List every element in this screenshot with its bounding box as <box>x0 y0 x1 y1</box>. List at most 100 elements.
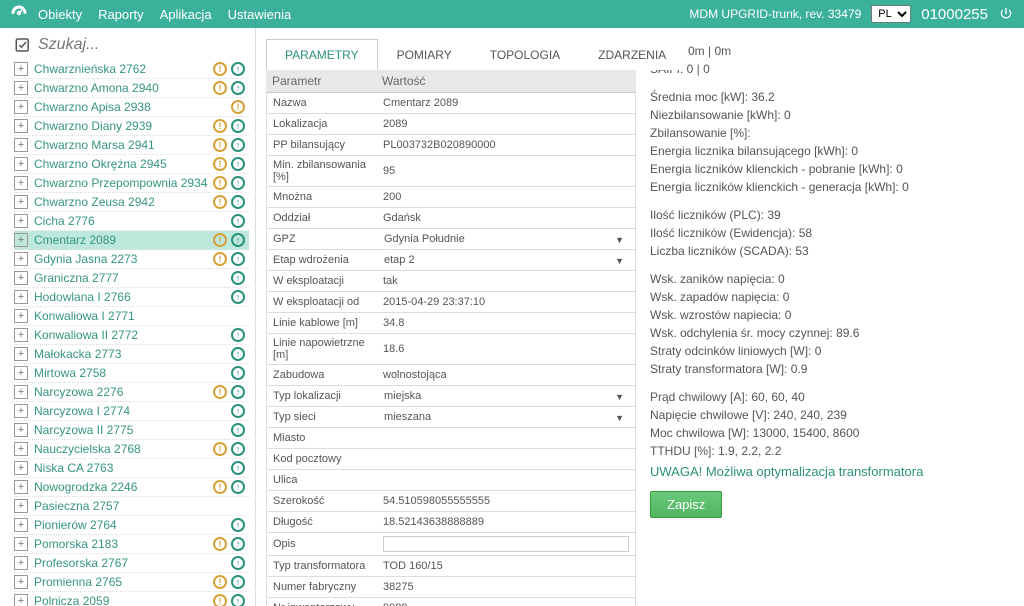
tree-item[interactable]: Profesorska 2767↑ <box>14 554 249 573</box>
save-button[interactable]: Zapisz <box>650 491 722 518</box>
tree-item-label: Polnicza 2059 <box>34 594 213 606</box>
tree-item[interactable]: Hodowlana I 2766↑ <box>14 288 249 307</box>
expand-icon[interactable] <box>14 575 28 589</box>
param-row: GPZGdynia Południe▼ <box>267 229 635 250</box>
expand-icon[interactable] <box>14 176 28 190</box>
tree-item[interactable]: Małokacka 2773↑ <box>14 345 249 364</box>
tree-item[interactable]: Mirtowa 2758↑ <box>14 364 249 383</box>
nav-ustawienia[interactable]: Ustawienia <box>228 7 292 22</box>
up-icon: ↑ <box>231 461 245 475</box>
expand-icon[interactable] <box>14 347 28 361</box>
param-row: Kod pocztowy <box>267 449 635 470</box>
search-input[interactable] <box>38 36 249 54</box>
tree-item[interactable]: Nauczycielska 2768!↑ <box>14 440 249 459</box>
tree-item[interactable]: Chwarzno Diany 2939!↑ <box>14 117 249 136</box>
expand-icon[interactable] <box>14 81 28 95</box>
tree-item[interactable]: Pomorska 2183!↑ <box>14 535 249 554</box>
tree-item[interactable]: Pionierów 2764↑ <box>14 516 249 535</box>
power-icon[interactable] <box>998 6 1014 22</box>
expand-icon[interactable] <box>14 480 28 494</box>
expand-icon[interactable] <box>14 404 28 418</box>
tree-item[interactable]: Polnicza 2059!↑ <box>14 592 249 606</box>
nav-obiekty[interactable]: Obiekty <box>38 7 82 22</box>
param-value[interactable]: miejska▼ <box>377 386 635 406</box>
param-value[interactable] <box>377 533 635 555</box>
tree-item[interactable]: Cicha 2776↑ <box>14 212 249 231</box>
tree-item[interactable]: Gdynia Jasna 2273!↑ <box>14 250 249 269</box>
sidebar: Chwarznieńska 2762!↑Chwarzno Amona 2940!… <box>0 28 256 606</box>
warning-icon: ! <box>213 157 227 171</box>
tree-item[interactable]: Cmentarz 2089!↑ <box>14 231 249 250</box>
expand-icon[interactable] <box>14 499 28 513</box>
tree-item[interactable]: Chwarzno Zeusa 2942!↑ <box>14 193 249 212</box>
param-value[interactable]: mieszana▼ <box>377 407 635 427</box>
expand-icon[interactable] <box>14 157 28 171</box>
stat-energia-gen: Energia liczników klienckich - generacja… <box>650 180 1010 194</box>
tree-item[interactable]: Chwarzno Marsa 2941!↑ <box>14 136 249 155</box>
param-select[interactable]: miejska▼ <box>383 389 629 403</box>
tree-item[interactable]: Pasieczna 2757 <box>14 497 249 516</box>
tree-item[interactable]: Niska CA 2763↑ <box>14 459 249 478</box>
tree-item[interactable]: Chwarzno Amona 2940!↑ <box>14 79 249 98</box>
expand-icon[interactable] <box>14 423 28 437</box>
expand-icon[interactable] <box>14 537 28 551</box>
expand-icon[interactable] <box>14 214 28 228</box>
tree-item[interactable]: Konwaliowa II 2772↑ <box>14 326 249 345</box>
up-icon: ↑ <box>231 594 245 606</box>
param-key: Min. zbilansowania [%] <box>267 156 377 186</box>
lang-select[interactable]: PL <box>871 5 911 23</box>
tree-item[interactable]: Narcyzowa I 2774↑ <box>14 402 249 421</box>
tab-pomiary[interactable]: POMIARY <box>378 39 471 70</box>
tree-item[interactable]: Chwarzno Przepompownia 2934!↑ <box>14 174 249 193</box>
tree-item[interactable]: Nowogrodzka 2246!↑ <box>14 478 249 497</box>
expand-icon[interactable] <box>14 461 28 475</box>
nav-raporty[interactable]: Raporty <box>98 7 144 22</box>
tree-item[interactable]: Promienna 2765!↑ <box>14 573 249 592</box>
param-input[interactable] <box>383 536 629 552</box>
param-key: Mnożna <box>267 188 377 206</box>
expand-icon[interactable] <box>14 442 28 456</box>
tab-zdarzenia[interactable]: ZDARZENIA <box>579 39 685 70</box>
expand-icon[interactable] <box>14 233 28 247</box>
expand-icon[interactable] <box>14 385 28 399</box>
param-select[interactable]: etap 2▼ <box>383 253 629 267</box>
expand-icon[interactable] <box>14 100 28 114</box>
expand-icon[interactable] <box>14 290 28 304</box>
param-key: Linie kablowe [m] <box>267 314 377 332</box>
param-select[interactable]: Gdynia Południe▼ <box>383 232 629 246</box>
object-tree[interactable]: Chwarznieńska 2762!↑Chwarzno Amona 2940!… <box>14 60 249 606</box>
param-row: Lokalizacja2089 <box>267 114 635 135</box>
expand-icon[interactable] <box>14 594 28 606</box>
tab-parametry[interactable]: PARAMETRY <box>266 39 378 70</box>
expand-icon[interactable] <box>14 328 28 342</box>
expand-icon[interactable] <box>14 366 28 380</box>
param-table[interactable]: NazwaCmentarz 2089Lokalizacja2089PP bila… <box>266 93 636 606</box>
tree-item[interactable]: Chwarzno Okrężna 2945!↑ <box>14 155 249 174</box>
tree-item[interactable]: Narcyzowa II 2775↑ <box>14 421 249 440</box>
expand-icon[interactable] <box>14 518 28 532</box>
expand-icon[interactable] <box>14 271 28 285</box>
expand-icon[interactable] <box>14 195 28 209</box>
param-value[interactable]: etap 2▼ <box>377 250 635 270</box>
tree-item[interactable]: Konwaliowa I 2771 <box>14 307 249 326</box>
expand-icon[interactable] <box>14 62 28 76</box>
tree-item[interactable]: Narcyzowa 2276!↑ <box>14 383 249 402</box>
expand-icon[interactable] <box>14 252 28 266</box>
param-select[interactable]: mieszana▼ <box>383 410 629 424</box>
param-row: Długość18.52143638888889 <box>267 512 635 533</box>
expand-icon[interactable] <box>14 309 28 323</box>
tree-item[interactable]: Chwarzno Apisa 2938! <box>14 98 249 117</box>
tab-topologia[interactable]: TOPOLOGIA <box>471 39 579 70</box>
nav-aplikacja[interactable]: Aplikacja <box>160 7 212 22</box>
param-key: W eksploatacji od <box>267 293 377 311</box>
expand-icon[interactable] <box>14 119 28 133</box>
stat-tthdu: TTHDU [%]: 1.9, 2.2, 2.2 <box>650 444 1010 458</box>
tree-item[interactable]: Chwarznieńska 2762!↑ <box>14 60 249 79</box>
expand-icon[interactable] <box>14 556 28 570</box>
stat-wsk-zapad: Wsk. zapadów napięcia: 0 <box>650 290 1010 304</box>
expand-icon[interactable] <box>14 138 28 152</box>
param-value[interactable]: Gdynia Południe▼ <box>377 229 635 249</box>
up-icon: ↑ <box>231 423 245 437</box>
param-row: W eksploatacji od2015-04-29 23:37:10 <box>267 292 635 313</box>
tree-item[interactable]: Graniczna 2777↑ <box>14 269 249 288</box>
